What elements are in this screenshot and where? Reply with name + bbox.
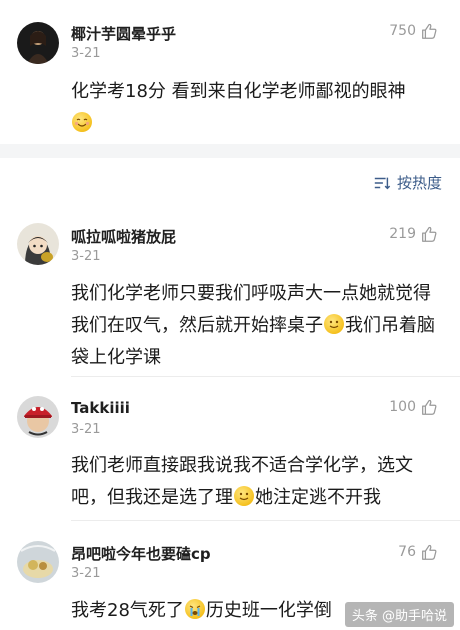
comment-content: 我们化学老师只要我们呼吸声大一点她就觉得我们在叹气，然后就开始摔桌子 我们吊着脑… [71,278,443,374]
section-divider [0,144,460,158]
sort-icon [373,174,391,192]
like-button[interactable]: 100 [389,398,438,416]
comment-content: 化学考18分 看到来自化学老师鄙视的眼神 [71,76,443,140]
like-count: 76 [398,544,416,560]
thumbs-up-icon [420,543,438,561]
like-button[interactable]: 76 [398,543,438,561]
username[interactable]: 昂吧啦今年也要磕cp [71,543,211,564]
username[interactable]: 呱拉呱啦猪放屁 [71,226,176,247]
like-count: 750 [389,23,416,39]
comment-text: 历史班一化学倒 [205,600,332,621]
comment-content: 我们老师直接跟我说我不适合学化学，选文吧，但我还是选了理 她注定逃不开我 [71,450,443,514]
like-button[interactable]: 750 [389,22,438,40]
blush-emoji-icon [72,112,92,132]
comment-date: 3-21 [71,249,101,264]
username[interactable]: Takkiiii [71,399,130,417]
thumbs-up-icon [420,22,438,40]
comment-separator [71,520,460,521]
comment-date: 3-21 [71,46,101,61]
smile-emoji-icon [324,314,344,334]
like-button[interactable]: 219 [389,225,438,243]
username[interactable]: 椰汁芋圆晕乎乎 [71,23,176,44]
thumbs-up-icon [420,398,438,416]
crying-emoji-icon [184,599,205,619]
comment-date: 3-21 [71,566,101,581]
avatar[interactable] [17,396,59,438]
sort-toggle[interactable]: 按热度 [373,172,442,193]
watermark-label: 头条 @助手哈说 [351,609,447,624]
comment-text: 我考28气死了 [71,600,184,621]
avatar[interactable] [17,541,59,583]
sort-label: 按热度 [396,174,442,192]
thumbs-up-icon [420,225,438,243]
like-count: 219 [389,226,416,242]
comment-separator [71,376,460,377]
avatar[interactable] [17,22,59,64]
avatar[interactable] [17,223,59,265]
comment-text: 她注定逃不开我 [255,487,381,508]
comment-date: 3-21 [71,422,101,437]
comment-text: 化学考18分 看到来自化学老师鄙视的眼神 [71,81,406,102]
like-count: 100 [389,399,416,415]
smile-emoji-icon [234,486,254,506]
watermark: 头条 @助手哈说 [344,602,454,627]
